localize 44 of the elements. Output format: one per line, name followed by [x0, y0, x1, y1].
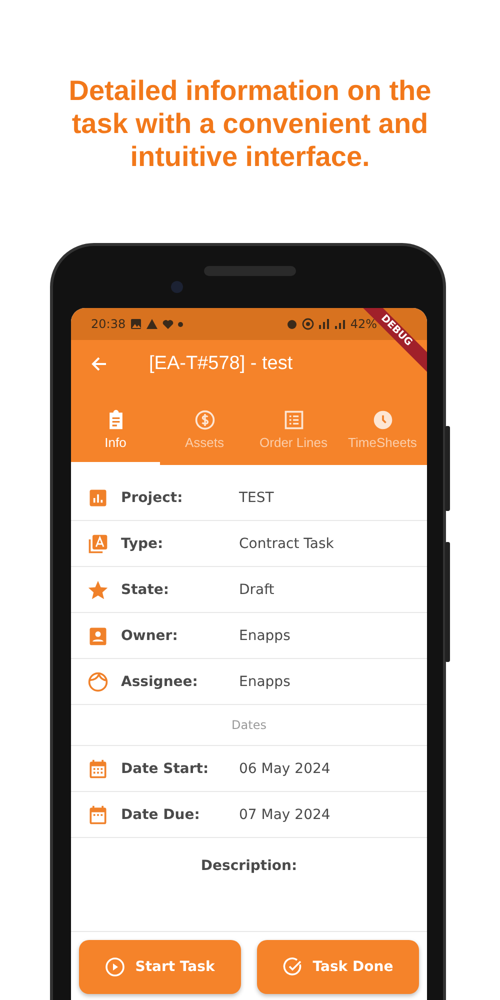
warning-icon	[146, 318, 158, 330]
dot-icon	[178, 322, 183, 326]
description-label: Description:	[200, 858, 298, 876]
field-value: TEST	[239, 490, 274, 506]
signal-icon	[334, 318, 346, 330]
tab[interactable]: Order Lines	[249, 388, 338, 465]
field-label: Date Due:	[121, 806, 201, 822]
headline: Detailed information on the task with a convenient and intuitive interface.	[68, 74, 432, 174]
heart-icon	[162, 318, 174, 330]
field-label: Project:	[121, 490, 184, 506]
field-label: Type:	[121, 536, 164, 552]
status-time: 20:38	[91, 317, 126, 331]
field-value: Enapps	[239, 674, 290, 690]
calendar-icon	[87, 758, 109, 780]
font-icon	[87, 532, 109, 554]
dollar-icon	[194, 408, 216, 430]
tab[interactable]: TimeSheets	[338, 388, 427, 465]
signal-icon	[318, 318, 330, 330]
task-done-button[interactable]: Task Done	[257, 940, 419, 994]
tab[interactable]: Info	[71, 388, 160, 465]
calendar-icon	[87, 804, 109, 826]
field-label: State:	[121, 582, 170, 598]
field-value: Draft	[239, 582, 274, 598]
field-value: Enapps	[239, 628, 290, 644]
list-icon	[282, 408, 304, 430]
field-label: Assignee:	[121, 674, 199, 690]
star-icon	[87, 578, 109, 600]
face-icon	[87, 670, 109, 692]
tab[interactable]: Assets	[160, 388, 249, 465]
start-task-button[interactable]: Start Task	[79, 940, 241, 994]
camera-icon	[171, 281, 183, 293]
section-header: Dates	[232, 718, 266, 732]
field-value: 07 May 2024	[239, 806, 330, 822]
field-label: Date Start:	[121, 760, 210, 776]
hotspot-icon	[302, 318, 314, 330]
field-value: 06 May 2024	[239, 760, 330, 776]
image-icon	[130, 318, 142, 330]
screen-title: [EA-T#578] - test	[149, 353, 293, 375]
clock-icon	[372, 408, 394, 430]
battery-level: 42%	[350, 317, 377, 331]
field-label: Owner:	[121, 628, 179, 644]
play-icon	[105, 957, 126, 977]
field-value: Contract Task	[239, 536, 334, 552]
check-circle-icon	[282, 957, 303, 977]
